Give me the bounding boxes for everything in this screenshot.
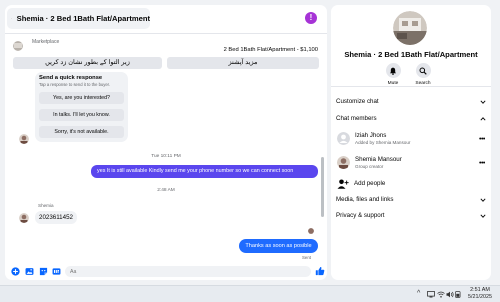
sender-name: Shemia — [38, 203, 54, 208]
member-row[interactable]: Iziah Jhons Added by Shemia Mansour ••• — [337, 132, 487, 150]
privacy-support-section[interactable]: Privacy & support — [336, 210, 488, 222]
chevron-up-icon — [480, 117, 486, 121]
marketplace-avatar — [13, 41, 23, 51]
bell-icon — [389, 67, 397, 75]
thumbs-up-icon[interactable] — [315, 266, 325, 276]
section-label: Media, files and links — [336, 196, 394, 203]
search-icon — [419, 67, 427, 75]
contact-chip[interactable]: Shemia · 2 Bed 1Bath Flat/Apartment — [7, 8, 150, 29]
chat-info-pane: Shemia · 2 Bed 1Bath Flat/Apartment Mute… — [331, 5, 491, 280]
photo-icon[interactable] — [25, 267, 34, 276]
quick-response-title: Send a quick response — [39, 75, 103, 81]
header-divider — [5, 33, 327, 34]
chevron-down-icon — [480, 198, 486, 202]
member-row[interactable]: Shemia Mansour Group creator ••• — [337, 156, 487, 174]
taskbar: ^ 2:51 AM 5/21/2025 — [0, 285, 500, 302]
profile-name: Shemia · 2 Bed 1Bath Flat/Apartment — [344, 50, 478, 59]
search-button[interactable]: Search — [408, 63, 438, 86]
volume-icon[interactable] — [446, 291, 454, 298]
sent-status: Sent — [302, 255, 312, 260]
mute-button[interactable]: Mute — [378, 63, 408, 86]
quick-response-option[interactable]: Sorry, it's not available. — [39, 126, 124, 138]
tray-chevron-icon[interactable]: ^ — [417, 290, 420, 297]
contact-avatar — [11, 18, 12, 19]
section-label: Customize chat — [336, 98, 379, 105]
add-people-label: Add people — [354, 180, 386, 187]
member-avatar — [337, 132, 350, 145]
quick-response-option[interactable]: Yes, are you interested? — [39, 92, 124, 104]
add-people-button[interactable]: Add people — [337, 178, 487, 190]
peer-avatar — [19, 134, 29, 144]
quick-response-card: Send a quick response Tap a response to … — [35, 72, 128, 142]
incoming-message[interactable]: 2023611452 — [35, 211, 77, 224]
quick-response-subtitle: Tap a response to send it to the buyer. — [39, 82, 111, 87]
more-options-icon[interactable]: ••• — [479, 160, 485, 167]
member-role: Added by Shemia Mansour — [355, 140, 411, 145]
gif-icon[interactable] — [52, 267, 61, 276]
chevron-down-icon — [480, 214, 486, 218]
member-name: Iziah Jhons — [355, 132, 387, 139]
more-options-icon[interactable]: ••• — [479, 136, 485, 143]
add-person-icon — [337, 179, 349, 189]
quick-response-option[interactable]: In talks. I'll let you know. — [39, 109, 124, 121]
member-role: Group creator — [355, 164, 384, 169]
seen-avatar — [308, 228, 314, 234]
mute-icon-circle[interactable] — [385, 63, 401, 78]
outgoing-message[interactable]: Thanks as soon as posible — [239, 239, 318, 253]
plus-circle-icon[interactable] — [11, 267, 20, 276]
pane-divider — [331, 86, 491, 87]
message-timestamp: Tue 10:11 PM — [151, 154, 181, 159]
section-label: Chat members — [336, 115, 377, 122]
display-icon[interactable] — [427, 291, 435, 298]
chat-header: Shemia · 2 Bed 1Bath Flat/Apartment ! — [5, 5, 327, 31]
chat-members-section[interactable]: Chat members — [336, 113, 488, 125]
composer — [5, 263, 327, 280]
customize-chat-section[interactable]: Customize chat — [336, 96, 488, 108]
marketplace-label: Marketplace — [32, 39, 60, 45]
section-label: Privacy & support — [336, 212, 385, 219]
wifi-icon[interactable] — [437, 291, 445, 298]
search-icon-circle[interactable] — [415, 63, 431, 78]
mark-pending-button[interactable]: زیر التوا کے بطور نشان زد کریں — [13, 57, 162, 69]
profile-picture — [393, 11, 427, 45]
clock-time[interactable]: 2:51 AM — [460, 287, 500, 293]
contact-name: Shemia · 2 Bed 1Bath Flat/Apartment — [16, 14, 150, 23]
message-timestamp: 2:48 AM — [157, 188, 175, 193]
more-options-button[interactable]: مزید آپشنز — [167, 57, 319, 69]
member-avatar — [337, 156, 350, 169]
chevron-down-icon — [480, 100, 486, 104]
listing-title: 2 Bed 1Bath Flat/Apartment - $1,100 — [223, 47, 318, 53]
sticker-icon[interactable] — [39, 267, 48, 276]
info-icon[interactable]: ! — [305, 12, 317, 24]
chat-pane: Shemia · 2 Bed 1Bath Flat/Apartment ! Ma… — [5, 5, 327, 280]
peer-avatar — [19, 213, 29, 223]
member-name: Shemia Mansour — [355, 156, 402, 163]
message-input[interactable] — [65, 266, 311, 277]
clock-date[interactable]: 5/21/2025 — [460, 294, 500, 300]
outgoing-message[interactable]: yes It is still available Kindly send me… — [91, 165, 318, 178]
scrollbar-thumb[interactable] — [321, 157, 324, 217]
media-files-section[interactable]: Media, files and links — [336, 194, 488, 206]
